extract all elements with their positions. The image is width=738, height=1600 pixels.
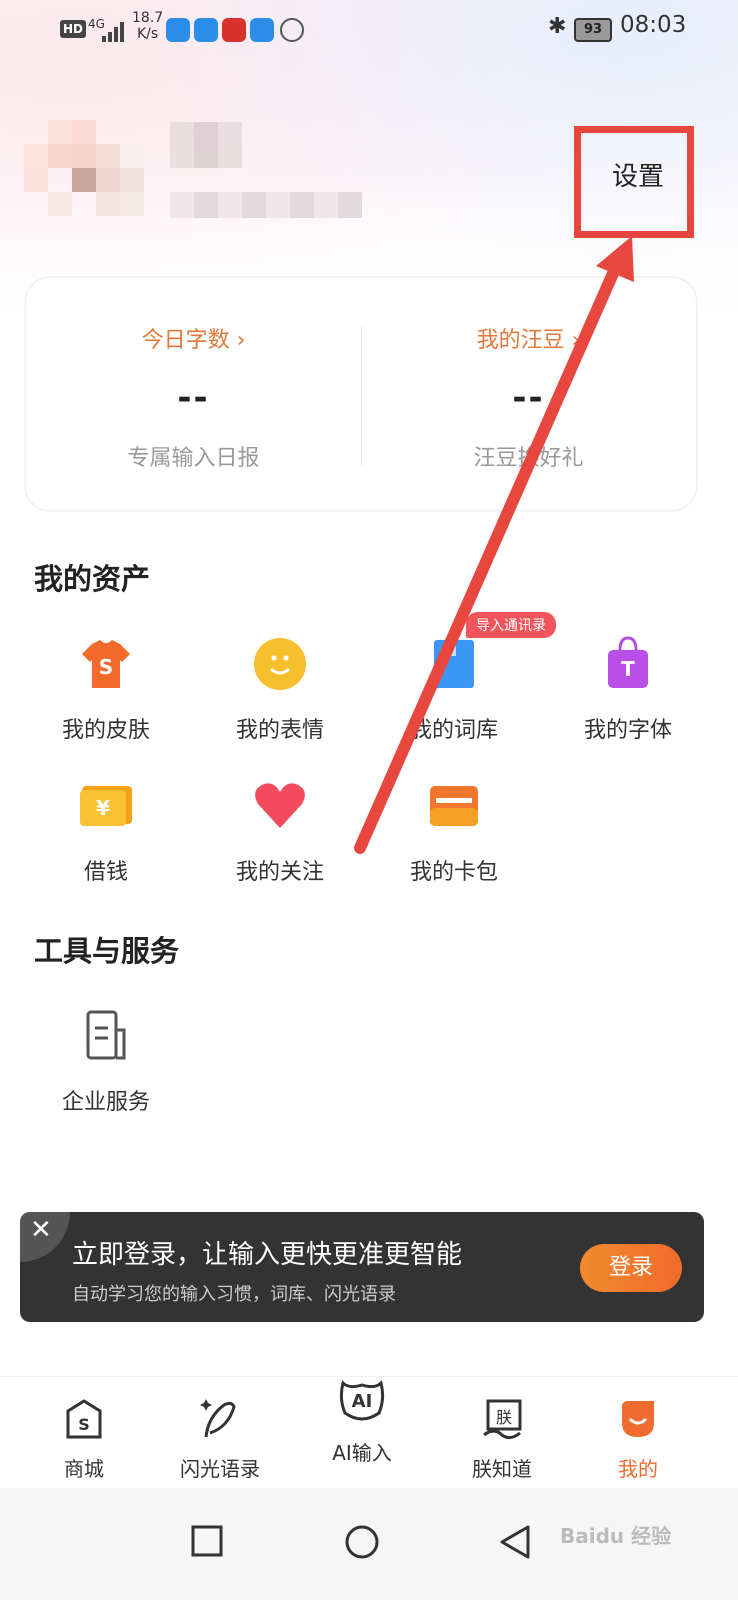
asset-item-skin[interactable]: S 我的皮肤 — [26, 636, 186, 744]
my-wangdou-title: 我的汪豆 › — [476, 328, 581, 353]
battery-icon: 93 — [574, 18, 612, 42]
bottom-nav: S 商城 闪光语录 AI AI输入 朕 朕知道 我的 — [0, 1376, 738, 1489]
home-icon[interactable] — [344, 1524, 380, 1560]
svg-text:朕: 朕 — [496, 1408, 512, 1427]
shopping-bag-icon: T — [600, 636, 656, 692]
stats-card: 今日字数 › -- 专属输入日报 我的汪豆 › -- 汪豆换好礼 — [26, 278, 696, 510]
smile-icon — [252, 636, 308, 692]
asset-item-font[interactable]: T 我的字体 — [548, 636, 708, 744]
recent-apps-icon[interactable] — [190, 1524, 224, 1558]
hd-icon: HD — [60, 20, 87, 38]
globe-icon — [280, 18, 304, 42]
today-word-count[interactable]: 今日字数 › -- 专属输入日报 — [26, 278, 361, 510]
svg-text:T: T — [621, 657, 635, 681]
banner-subtitle: 自动学习您的输入习惯，词库、闪光语录 — [72, 1284, 396, 1305]
username-blurred — [170, 122, 242, 168]
svg-text:S: S — [78, 1415, 90, 1434]
wifi-app-icon — [194, 18, 218, 42]
bluetooth-icon: ✱ — [548, 14, 567, 39]
status-bar: HD 4G 18.7 K/s ✱ 93 08:03 — [0, 8, 738, 52]
watermark: Baidu 经验 — [560, 1524, 672, 1548]
avatar[interactable] — [24, 120, 164, 220]
my-wangdou-desc: 汪豆换好礼 — [473, 446, 584, 471]
tab-flash-quotes[interactable]: 闪光语录 — [160, 1397, 280, 1482]
tab-store[interactable]: S 商城 — [24, 1397, 144, 1482]
card-wallet-icon — [426, 778, 482, 834]
network-speed: 18.7 K/s — [132, 10, 164, 42]
svg-text:S: S — [99, 655, 113, 679]
import-contacts-badge: 导入通讯录 — [466, 612, 556, 638]
svg-text:¥: ¥ — [96, 796, 110, 820]
tshirt-icon: S — [78, 636, 134, 692]
tools-title: 工具与服务 — [34, 934, 180, 968]
my-wangdou[interactable]: 我的汪豆 › -- 汪豆换好礼 — [361, 278, 696, 510]
clock: 08:03 — [620, 12, 687, 38]
today-word-count-desc: 专属输入日报 — [127, 446, 260, 471]
today-word-count-value: -- — [177, 378, 210, 418]
ai-icon: AI — [335, 1371, 389, 1425]
book-icon — [426, 636, 482, 692]
document-icon — [78, 1008, 134, 1064]
user-subtitle-blurred — [170, 192, 362, 218]
asset-item-loan[interactable]: ¥ 借钱 — [26, 778, 186, 886]
asset-item-emoji[interactable]: 我的表情 — [200, 636, 360, 744]
mine-icon — [616, 1397, 660, 1441]
signal-icon — [102, 20, 124, 42]
yen-card-icon: ¥ — [78, 778, 134, 834]
feather-icon — [198, 1397, 242, 1441]
my-wangdou-value: -- — [512, 378, 545, 418]
wifi-app-icon — [250, 18, 274, 42]
wifi-app-icon — [166, 18, 190, 42]
red-app-icon — [222, 18, 246, 42]
login-button[interactable]: 登录 — [580, 1244, 682, 1292]
login-banner: ✕ 立即登录，让输入更快更准更智能 自动学习您的输入习惯，词库、闪光语录 登录 — [20, 1212, 704, 1322]
close-icon[interactable]: ✕ — [20, 1212, 70, 1262]
banner-headline: 立即登录，让输入更快更准更智能 — [72, 1240, 463, 1270]
zhen-icon: 朕 — [480, 1397, 524, 1441]
store-icon: S — [62, 1397, 106, 1441]
tool-item-enterprise[interactable]: 企业服务 — [26, 1008, 186, 1116]
asset-item-follow[interactable]: 我的关注 — [200, 778, 360, 886]
back-icon[interactable] — [498, 1524, 532, 1560]
tab-ai-input[interactable]: AI AI输入 — [302, 1371, 422, 1466]
asset-item-card-wallet[interactable]: 我的卡包 — [374, 778, 534, 886]
highlight-box — [574, 126, 694, 238]
today-word-count-title: 今日字数 › — [141, 328, 246, 353]
assets-title: 我的资产 — [34, 562, 151, 596]
tab-zhen-knows[interactable]: 朕 朕知道 — [442, 1397, 562, 1482]
heart-icon — [252, 778, 308, 834]
svg-text:AI: AI — [352, 1391, 373, 1412]
tab-mine[interactable]: 我的 — [578, 1397, 698, 1482]
asset-item-lexicon[interactable]: 我的词库 — [374, 636, 534, 744]
